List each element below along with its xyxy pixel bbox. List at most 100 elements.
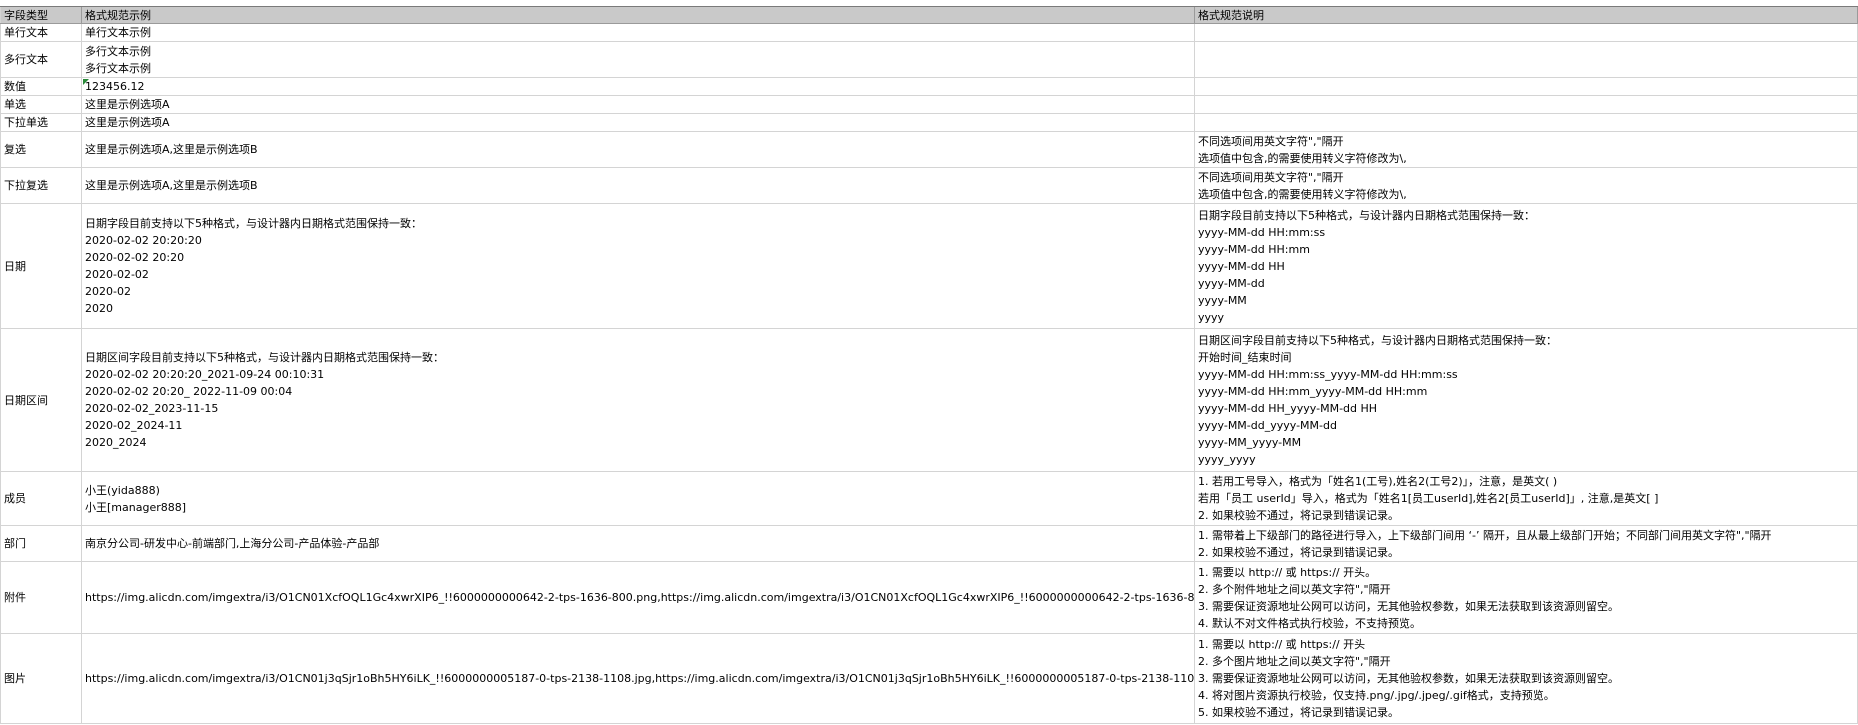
table-row: 日期 日期字段目前支持以下5种格式，与设计器内日期格式范围保持一致： 2020-02… bbox=[0, 204, 1858, 329]
table-row: 数值 123456.12 bbox=[0, 78, 1858, 96]
cell-text-line: 2020-02_2024-11 bbox=[85, 419, 183, 432]
cell-format-description[interactable]: 1. 需要以 http:// 或 https:// 开头 2. 多个图片地址之间以… bbox=[1195, 634, 1858, 723]
cell-text-line: 2020-02-02_2023-11-15 bbox=[85, 402, 219, 415]
cell-text: 附件 bbox=[4, 591, 26, 604]
spreadsheet-table: 字段类型 格式规范示例 格式规范说明 单行文本 单行文本示例 多行文本 多行文本示例多… bbox=[0, 6, 1858, 724]
cell-text: 日期 bbox=[4, 259, 26, 273]
cell-format-description[interactable]: 1. 若用工号导入，格式为「姓名1(工号),姓名2(工号2)」，注意，是英文( … bbox=[1195, 472, 1858, 525]
header-cell-field-type[interactable]: 字段类型 bbox=[0, 7, 82, 23]
table-row: 下拉复选 这里是示例选项A,这里是示例选项B 不同选项间用英文字符","隔开 选项值中… bbox=[0, 168, 1858, 204]
cell-format-description[interactable]: 日期字段目前支持以下5种格式，与设计器内日期格式范围保持一致： yyyy-MM-d… bbox=[1195, 204, 1858, 328]
cell-field-type[interactable]: 部门 bbox=[0, 526, 82, 561]
cell-field-type[interactable]: 复选 bbox=[0, 132, 82, 167]
cell-text-line: yyyy-MM-dd HH bbox=[1198, 259, 1285, 273]
cell-format-example[interactable]: 多行文本示例 多行文本示例 bbox=[82, 42, 1195, 77]
cell-format-description[interactable]: 日期区间字段目前支持以下5种格式，与设计器内日期格式范围保持一致： 开始时间_结束… bbox=[1195, 329, 1858, 471]
cell-text-line: 这里是示例选项A,这里是示例选项B bbox=[85, 143, 258, 156]
cell-format-example[interactable]: 日期区间字段目前支持以下5种格式，与设计器内日期格式范围保持一致： 2020-02… bbox=[82, 329, 1195, 471]
cell-text-line: 2020-02-02 20:20:20 bbox=[85, 234, 202, 247]
cell-field-type[interactable]: 日期区间 bbox=[0, 329, 82, 471]
cell-format-description[interactable] bbox=[1195, 24, 1858, 41]
cell-format-example[interactable]: 南京分公司-研发中心-前端部门,上海分公司-产品体验-产品部 bbox=[82, 526, 1195, 561]
cell-field-type[interactable]: 附件 bbox=[0, 562, 82, 633]
cell-text-line: 2. 多个附件地址之间以英文字符","隔开 bbox=[1198, 582, 1391, 596]
cell-format-example[interactable]: 这里是示例选项A,这里是示例选项B bbox=[82, 168, 1195, 203]
cell-text-line: 2020-02-02 20:20 bbox=[85, 251, 185, 264]
cell-format-example[interactable]: 日期字段目前支持以下5种格式，与设计器内日期格式范围保持一致： 2020-02-0… bbox=[82, 204, 1195, 328]
table-row: 单行文本 单行文本示例 bbox=[0, 24, 1858, 42]
table-row: 日期区间 日期区间字段目前支持以下5种格式，与设计器内日期格式范围保持一致： 202… bbox=[0, 329, 1858, 472]
cell-text-line: 123456.12 bbox=[85, 80, 145, 93]
cell-text-line: 这里是示例选项A bbox=[85, 116, 170, 129]
cell-text: 单选 bbox=[4, 98, 26, 111]
cell-text-line: 1. 若用工号导入，格式为「姓名1(工号),姓名2(工号2)」，注意，是英文( … bbox=[1198, 475, 1558, 488]
cell-text-line: 单行文本示例 bbox=[85, 26, 151, 39]
cell-format-description[interactable]: 不同选项间用英文字符","隔开选项值中包含,的需要使用转义字符修改为\, bbox=[1195, 132, 1858, 167]
cell-text-line: yyyy-MM-dd HH:mm_yyyy-MM-dd HH:mm bbox=[1198, 385, 1428, 398]
cell-format-example[interactable]: 小王(yida888) 小王[manager888] bbox=[82, 472, 1195, 525]
header-label: 格式规范示例 bbox=[85, 8, 151, 22]
cell-text-line: 3. 需要保证资源地址公网可以访问，无其他验权参数，如果无法获取到该资源则留空。 bbox=[1198, 672, 1619, 685]
table-row: 图片 https://img.alicdn.com/imgextra/i3/O1C… bbox=[0, 634, 1858, 724]
cell-field-type[interactable]: 数值 bbox=[0, 78, 82, 95]
cell-field-type[interactable]: 单行文本 bbox=[0, 24, 82, 41]
header-label: 字段类型 bbox=[4, 8, 48, 22]
cell-text-line: yyyy-MM bbox=[1198, 293, 1247, 307]
cell-text-line: 小王[manager888] bbox=[85, 500, 187, 514]
cell-text: 日期区间 bbox=[4, 393, 48, 407]
cell-format-description[interactable]: 1. 需要以 http:// 或 https:// 开头。 2. 多个附件地址之间… bbox=[1195, 562, 1858, 633]
cell-text: 下拉单选 bbox=[4, 116, 48, 129]
cell-text-line: https://img.alicdn.com/imgextra/i3/O1CN0… bbox=[85, 591, 1195, 604]
header-row: 字段类型 格式规范示例 格式规范说明 bbox=[0, 6, 1858, 24]
cell-text-line: 小王(yida888) bbox=[85, 483, 160, 497]
cell-format-example[interactable]: 这里是示例选项A bbox=[82, 96, 1195, 113]
cell-field-type[interactable]: 单选 bbox=[0, 96, 82, 113]
cell-text-line: 日期区间字段目前支持以下5种格式，与设计器内日期格式范围保持一致： bbox=[1198, 334, 1557, 347]
cell-format-description[interactable] bbox=[1195, 96, 1858, 113]
cell-field-type[interactable]: 下拉单选 bbox=[0, 114, 82, 131]
cell-format-example[interactable]: 123456.12 bbox=[82, 78, 1195, 95]
cell-text-line: 选项值中包含,的需要使用转义字符修改为\, bbox=[1198, 151, 1407, 165]
cell-text-line: 开始时间_结束时间 bbox=[1198, 351, 1292, 364]
cell-format-example[interactable]: https://img.alicdn.com/imgextra/i3/O1CN0… bbox=[82, 562, 1195, 633]
table-row: 单选 这里是示例选项A bbox=[0, 96, 1858, 114]
cell-format-description[interactable] bbox=[1195, 42, 1858, 77]
cell-format-description[interactable]: 1. 需带着上下级部门的路径进行导入，上下级部门间用 ‘-’ 隔开，且从最上级部… bbox=[1195, 526, 1858, 561]
header-cell-format-description[interactable]: 格式规范说明 bbox=[1195, 7, 1858, 23]
cell-format-example[interactable]: 这里是示例选项A,这里是示例选项B bbox=[82, 132, 1195, 167]
cell-format-description[interactable] bbox=[1195, 114, 1858, 131]
cell-text-line: 2020 bbox=[85, 302, 113, 315]
cell-text: 图片 bbox=[4, 672, 26, 685]
cell-text-line: yyyy-MM-dd HH:mm bbox=[1198, 242, 1310, 256]
cell-field-type[interactable]: 成员 bbox=[0, 472, 82, 525]
cell-field-type[interactable]: 日期 bbox=[0, 204, 82, 328]
table-row: 多行文本 多行文本示例 多行文本示例 bbox=[0, 42, 1858, 78]
cell-text: 复选 bbox=[4, 143, 26, 156]
cell-text: 部门 bbox=[4, 537, 26, 550]
cell-text-line: 不同选项间用英文字符","隔开 bbox=[1198, 134, 1344, 148]
cell-text: 多行文本 bbox=[4, 53, 48, 66]
cell-field-type[interactable]: 多行文本 bbox=[0, 42, 82, 77]
cell-text-line: 这里是示例选项A,这里是示例选项B bbox=[85, 179, 258, 192]
cell-text-line: 1. 需要以 http:// 或 https:// 开头。 bbox=[1198, 565, 1377, 579]
cell-text-line: 4. 默认不对文件格式执行校验，不支持预览。 bbox=[1198, 616, 1421, 630]
cell-text-line: 1. 需要以 http:// 或 https:// 开头 bbox=[1198, 638, 1366, 651]
cell-format-description[interactable]: 不同选项间用英文字符","隔开 选项值中包含,的需要使用转义字符修改为\, bbox=[1195, 168, 1858, 203]
cell-format-example[interactable]: 这里是示例选项A bbox=[82, 114, 1195, 131]
cell-format-description[interactable] bbox=[1195, 78, 1858, 95]
cell-text-line: 多行文本示例 bbox=[85, 61, 151, 75]
cell-field-type[interactable]: 图片 bbox=[0, 634, 82, 723]
table-row: 附件 https://img.alicdn.com/imgextra/i3/O1C… bbox=[0, 562, 1858, 634]
table-row: 复选 这里是示例选项A,这里是示例选项B 不同选项间用英文字符","隔开选项值中包含… bbox=[0, 132, 1858, 168]
cell-text-line: yyyy-MM-dd HH:mm:ss_yyyy-MM-dd HH:mm:ss bbox=[1198, 368, 1458, 381]
cell-text: 成员 bbox=[4, 492, 26, 505]
header-cell-format-example[interactable]: 格式规范示例 bbox=[82, 7, 1195, 23]
cell-text-line: 2020-02 bbox=[85, 285, 131, 298]
cell-text-line: yyyy-MM-dd_yyyy-MM-dd bbox=[1198, 419, 1337, 432]
cell-format-example[interactable]: https://img.alicdn.com/imgextra/i3/O1CN0… bbox=[82, 634, 1195, 723]
table-row: 部门 南京分公司-研发中心-前端部门,上海分公司-产品体验-产品部 1. 需带着上下… bbox=[0, 526, 1858, 562]
cell-field-type[interactable]: 下拉复选 bbox=[0, 168, 82, 203]
cell-text-line: 1. 需带着上下级部门的路径进行导入，上下级部门间用 ‘-’ 隔开，且从最上级部… bbox=[1198, 528, 1772, 542]
table-row: 成员 小王(yida888) 小王[manager888] 1. 若用工号导入，格式为… bbox=[0, 472, 1858, 526]
cell-format-example[interactable]: 单行文本示例 bbox=[82, 24, 1195, 41]
